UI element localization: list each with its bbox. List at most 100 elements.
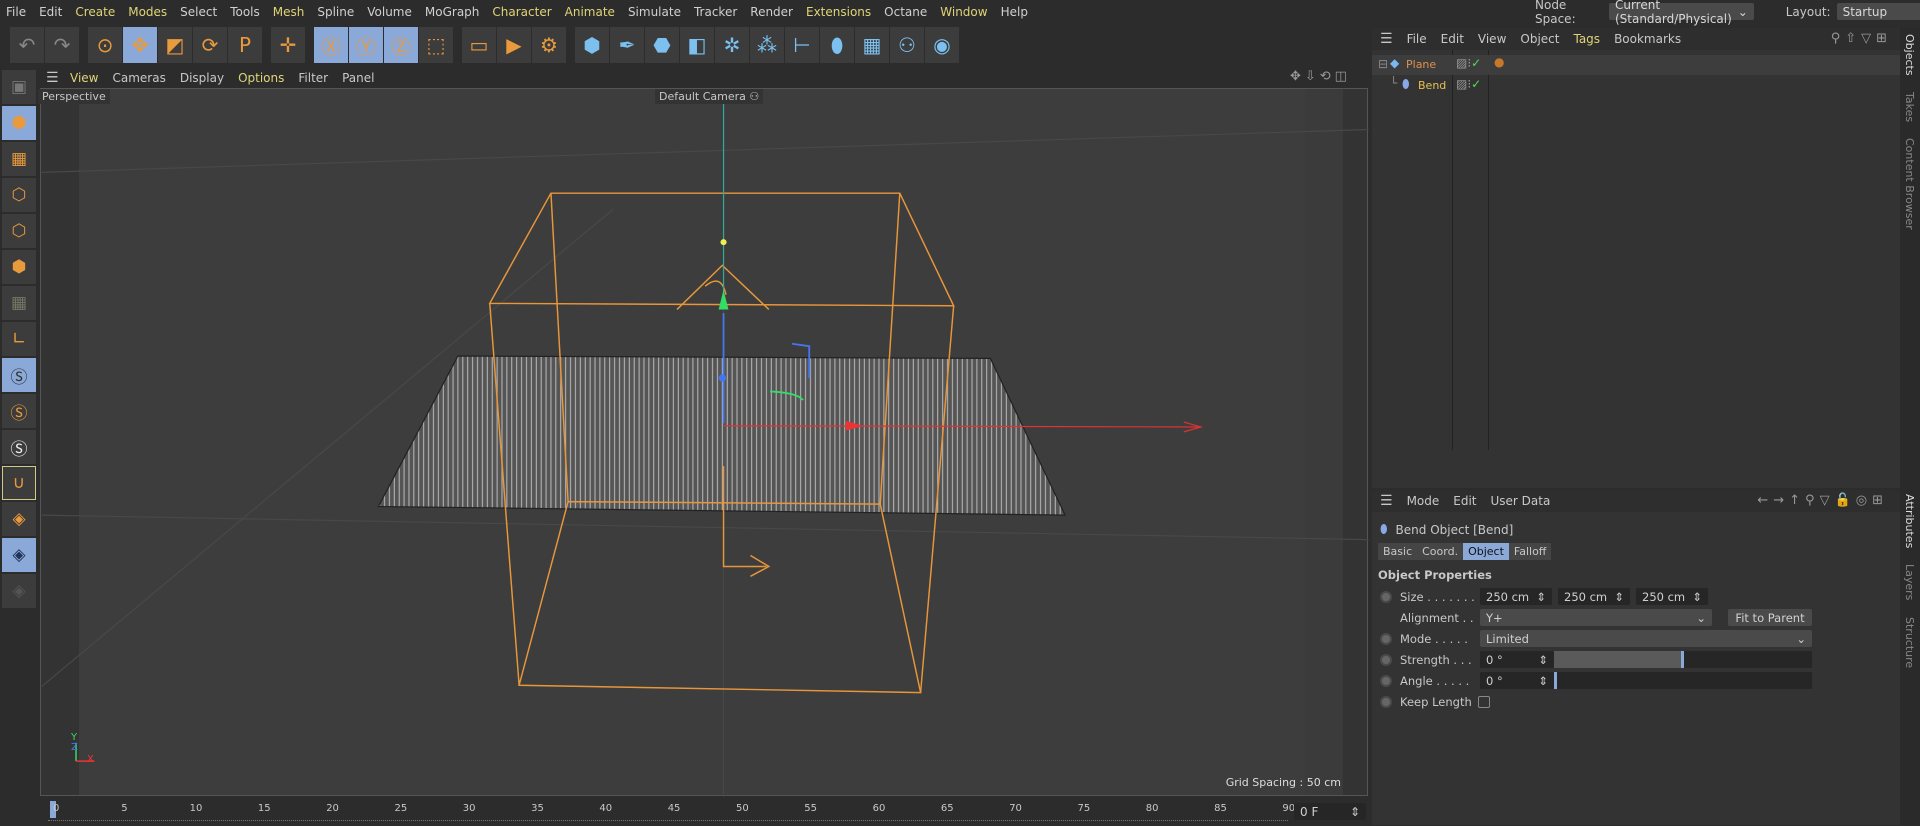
value: 0 ° <box>1486 673 1503 688</box>
timeline-tick: 35 <box>531 803 544 814</box>
animate-radio[interactable] <box>1380 674 1392 687</box>
angle-slider[interactable] <box>1554 672 1812 689</box>
animate-radio[interactable] <box>1380 632 1392 645</box>
timeline-tick: 45 <box>667 803 681 814</box>
timeline-tick: 60 <box>872 803 886 814</box>
strength-field[interactable]: 0 ° ⇕ <box>1480 651 1554 668</box>
size-x-field[interactable]: 250 cm ⇕ <box>1480 588 1552 605</box>
section-title: Object Properties <box>1378 568 1492 582</box>
animate-radio[interactable] <box>1380 653 1392 666</box>
side-tab-layers[interactable]: Layers <box>1903 564 1916 600</box>
keep-length-row: Keep Length <box>1372 691 1900 712</box>
axis-gizmo: YZX <box>71 733 94 765</box>
stepper-icon[interactable]: ⇕ <box>1350 805 1360 819</box>
timeline-tick: 5 <box>121 803 128 814</box>
object-name[interactable]: Plane <box>1406 58 1436 71</box>
angle-label: Angle . . . . . <box>1400 673 1470 688</box>
object-row-bend[interactable]: └ ⬮ Bend ▨⁝✓ <box>1372 76 1900 96</box>
tab-coord[interactable]: Coord. <box>1417 543 1464 560</box>
mode-row: Mode . . . . . Limited ⌄ <box>1372 628 1900 649</box>
timeline-tick: 65 <box>940 803 954 814</box>
object-title: Bend Object [Bend] <box>1395 522 1514 537</box>
timeline-tick: 55 <box>804 803 818 814</box>
objects-menu-object[interactable]: Object <box>1520 32 1559 46</box>
timeline-tick: 50 <box>736 803 749 814</box>
value: Y+ <box>1486 610 1503 625</box>
tab-falloff[interactable]: Falloff <box>1508 543 1552 560</box>
timeline-tick: 25 <box>394 803 408 814</box>
tab-basic[interactable]: Basic <box>1378 543 1418 560</box>
tag-icon[interactable]: ● <box>1494 55 1504 69</box>
objects-toolbar-icons[interactable]: ⚲⇧▽⊞ <box>1831 31 1892 46</box>
strength-label: Strength . . . <box>1400 652 1472 667</box>
alignment-select[interactable]: Y+ ⌄ <box>1480 609 1712 626</box>
side-tab-objects[interactable]: Objects <box>1903 34 1916 76</box>
axis-x-label: X <box>87 754 94 765</box>
current-frame-field[interactable]: 0 F ⇕ <box>1294 803 1366 820</box>
strength-slider[interactable] <box>1554 651 1812 668</box>
timeline[interactable]: 0 5 10 15 20 25 30 35 40 45 50 55 60 65 70 75 80 85 90 0 F… <box>40 798 1368 825</box>
timeline-tick: 80 <box>1145 803 1159 814</box>
object-row-plane[interactable]: ⊟ ◆ Plane ▨⁝✓ ● <box>1372 55 1900 75</box>
value: Limited <box>1486 631 1529 646</box>
timeline-tick: 85 <box>1214 803 1227 814</box>
attributes-menu-user-data[interactable]: User Data <box>1491 494 1551 508</box>
timeline-tick: 20 <box>326 803 339 814</box>
fit-to-parent-button[interactable]: Fit to Parent <box>1728 609 1812 626</box>
side-tab-structure[interactable]: Structure <box>1903 617 1916 668</box>
value: 250 cm <box>1486 589 1530 604</box>
angle-row: Angle . . . . . 0 ° ⇕ <box>1372 670 1900 691</box>
objects-menu-view[interactable]: View <box>1478 32 1506 46</box>
bend-icon: ⬮ <box>1380 522 1388 536</box>
size-row: Size . . . . . . . 250 cm ⇕ 250 cm ⇕ 250 c… <box>1372 586 1900 607</box>
value: 250 cm <box>1564 589 1608 604</box>
side-tab-content-browser[interactable]: Content Browser <box>1903 138 1916 230</box>
animate-radio[interactable] <box>1380 590 1392 603</box>
side-tab-attributes[interactable]: Attributes <box>1903 494 1916 548</box>
visibility-icon[interactable]: ▨⁝✓ <box>1456 77 1481 91</box>
alignment-label: Alignment . . <box>1400 610 1474 625</box>
objects-menu-bookmarks[interactable]: Bookmarks <box>1614 32 1681 46</box>
objects-manager: ☰ File Edit View Object Tags Bookmarks ⚲⇧▽⊞ ⊟ … <box>1372 28 1900 488</box>
angle-field[interactable]: 0 ° ⇕ <box>1480 672 1554 689</box>
hamburger-icon[interactable]: ☰ <box>1380 31 1393 47</box>
tab-object[interactable]: Object <box>1463 543 1509 560</box>
attributes-menu-edit[interactable]: Edit <box>1453 494 1476 508</box>
timeline-tick: 30 <box>462 803 476 814</box>
mode-select[interactable]: Limited ⌄ <box>1480 630 1812 647</box>
size-y-field[interactable]: 250 cm ⇕ <box>1558 588 1630 605</box>
size-label: Size . . . . . . . <box>1400 589 1475 604</box>
value: 250 cm <box>1642 589 1686 604</box>
attributes-manager: ☰ Mode Edit User Data ←→↑⚲▽🔓◎⊞ ⬮ Bend Object… <box>1372 490 1900 825</box>
timeline-tick: 75 <box>1077 803 1091 814</box>
animate-radio[interactable] <box>1380 695 1392 708</box>
size-z-field[interactable]: 250 cm ⇕ <box>1636 588 1708 605</box>
objects-menu-file[interactable]: File <box>1407 32 1427 46</box>
alignment-row: Alignment . . Y+ ⌄ Fit to Parent <box>1372 607 1900 628</box>
value: 0 ° <box>1486 652 1503 667</box>
tree-collapse-icon[interactable]: ⊟ <box>1378 57 1388 71</box>
bend-icon: ⬮ <box>1402 77 1410 91</box>
attributes-toolbar-icons[interactable]: ←→↑⚲▽🔓◎⊞ <box>1757 493 1888 508</box>
viewport[interactable]: Perspective Default Camera ⚇ YZX Grid Sp… <box>38 88 1369 797</box>
keep-length-checkbox[interactable] <box>1477 695 1490 708</box>
objects-menu-edit[interactable]: Edit <box>1441 32 1464 46</box>
objects-menu-tags[interactable]: Tags <box>1573 32 1600 46</box>
mode-label: Mode . . . . . <box>1400 631 1468 646</box>
viewport-name: Perspective <box>38 89 110 104</box>
grid-spacing: Grid Spacing : 50 cm <box>1225 776 1341 789</box>
camera-label[interactable]: Default Camera ⚇ <box>655 89 764 104</box>
visibility-icon[interactable]: ▨⁝✓ <box>1456 56 1481 70</box>
timeline-tick: 0 <box>53 803 60 814</box>
attributes-menu-mode[interactable]: Mode <box>1407 494 1440 508</box>
hamburger-icon[interactable]: ☰ <box>1380 493 1393 509</box>
timeline-tick: 10 <box>189 803 203 814</box>
side-tab-takes[interactable]: Takes <box>1903 92 1916 122</box>
plane-icon: ◆ <box>1390 56 1400 70</box>
attribute-tabs: Basic Coord. Object Falloff <box>1378 543 1552 560</box>
side-tabs: Objects Takes Content Browser Attributes La… <box>1900 28 1920 825</box>
object-name[interactable]: Bend <box>1418 79 1446 92</box>
axis-z-label: Z <box>71 742 78 753</box>
timeline-tick: 70 <box>1009 803 1022 814</box>
keep-length-label: Keep Length <box>1400 694 1472 709</box>
